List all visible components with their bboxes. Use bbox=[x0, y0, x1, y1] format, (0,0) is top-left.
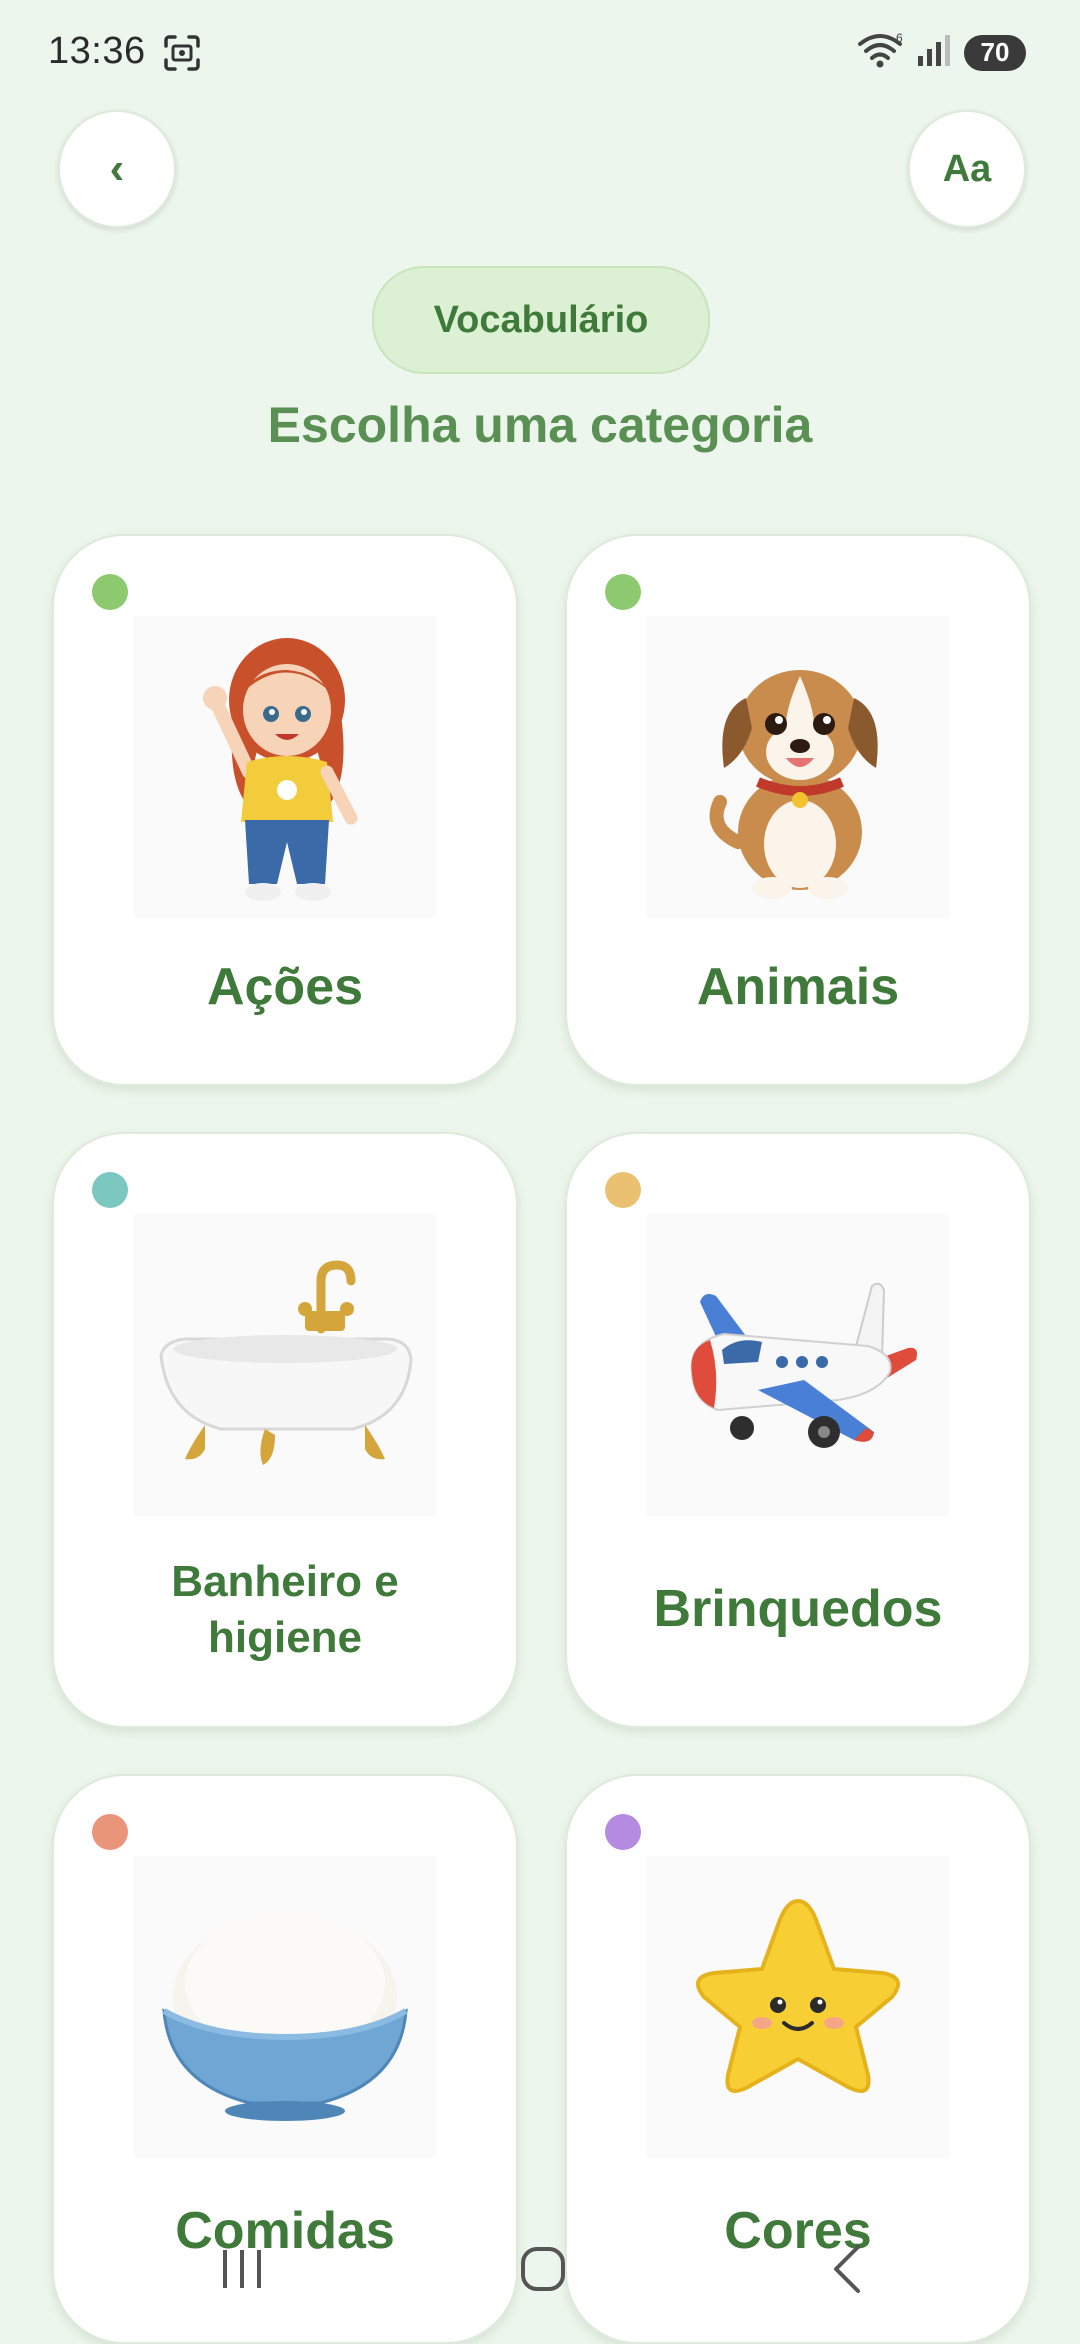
font-size-label: Aa bbox=[942, 147, 992, 190]
toy-airplane-image bbox=[647, 1214, 949, 1516]
status-time: 13:36 bbox=[48, 30, 146, 72]
category-dot bbox=[92, 1814, 128, 1850]
puppy-image bbox=[647, 616, 949, 918]
category-dot bbox=[605, 1172, 641, 1208]
category-card-animais[interactable]: Animais bbox=[565, 534, 1031, 1086]
wifi-icon: 6 bbox=[856, 30, 904, 75]
category-dot bbox=[92, 574, 128, 610]
category-label: Banheiro e higiene bbox=[54, 1554, 516, 1666]
category-dot bbox=[605, 574, 641, 610]
rice-bowl-image bbox=[134, 1856, 436, 2158]
category-label: Animais bbox=[696, 958, 900, 1016]
svg-text:6: 6 bbox=[896, 31, 903, 45]
status-bar: 13:36 6 70 bbox=[0, 0, 1080, 100]
back-icon[interactable] bbox=[808, 2234, 888, 2304]
system-nav-bar bbox=[0, 2222, 1080, 2322]
star-image bbox=[647, 1856, 949, 2158]
chevron-left-icon: ‹ bbox=[109, 144, 125, 193]
girl-waving-image bbox=[134, 616, 436, 918]
category-label-line1: Banheiro e bbox=[171, 1557, 399, 1606]
category-card-acoes[interactable]: Ações bbox=[52, 534, 518, 1086]
category-card-brinquedos[interactable]: Brinquedos bbox=[565, 1132, 1031, 1728]
back-button[interactable]: ‹ bbox=[58, 110, 176, 228]
recents-icon[interactable] bbox=[202, 2234, 282, 2304]
category-dot bbox=[92, 1172, 128, 1208]
category-dot bbox=[605, 1814, 641, 1850]
battery-indicator: 70 bbox=[964, 34, 1026, 71]
category-label-line2: higiene bbox=[207, 1613, 363, 1662]
category-label: Brinquedos bbox=[653, 1580, 943, 1638]
bathtub-image bbox=[134, 1214, 436, 1516]
signal-icon bbox=[916, 32, 952, 73]
home-icon[interactable] bbox=[503, 2234, 583, 2304]
category-label: Ações bbox=[206, 958, 364, 1016]
section-pill: Vocabulário bbox=[372, 266, 710, 374]
page-subtitle: Escolha uma categoria bbox=[267, 397, 813, 453]
screenshot-icon bbox=[162, 34, 202, 72]
category-card-banheiro[interactable]: Banheiro e higiene bbox=[52, 1132, 518, 1728]
font-size-button[interactable]: Aa bbox=[908, 110, 1026, 228]
